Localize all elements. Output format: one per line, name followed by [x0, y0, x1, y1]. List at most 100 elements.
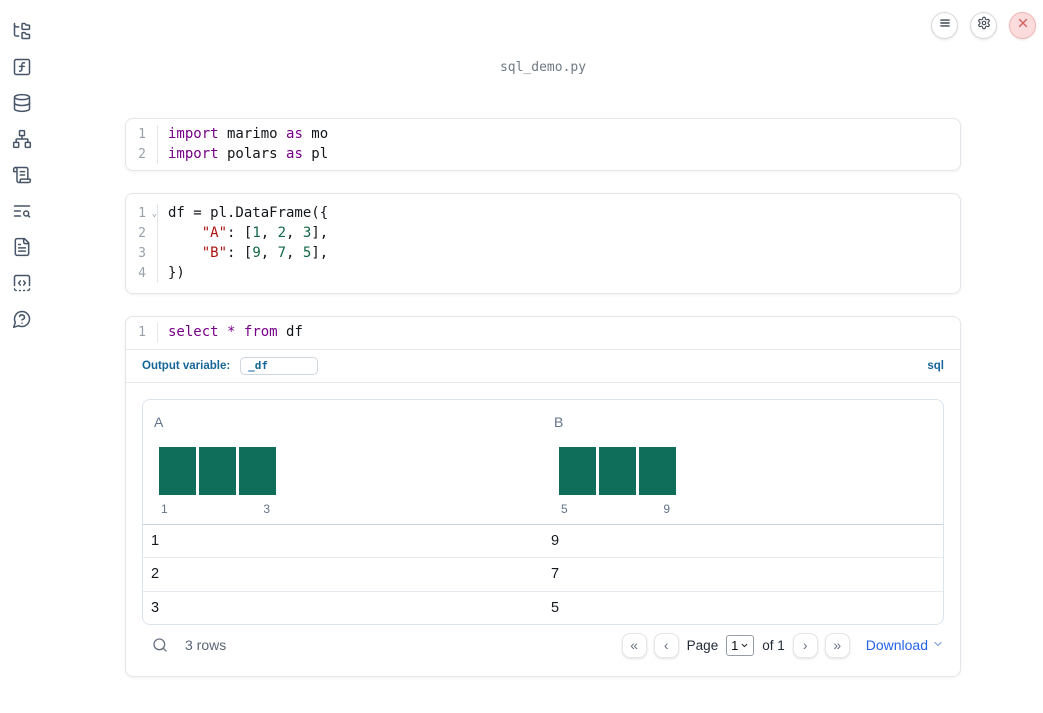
scroll-text-icon: [12, 165, 32, 190]
output-variable-label: Output variable:: [142, 359, 231, 372]
code-line[interactable]: 4}): [126, 263, 960, 284]
table-cell: 7: [551, 566, 560, 583]
line-number: 2: [126, 144, 158, 165]
folder-tree-icon: [12, 21, 32, 46]
histogram-bar[interactable]: [599, 446, 636, 495]
code-line[interactable]: 1 select * from df: [126, 323, 960, 343]
table-cell: 5: [551, 599, 560, 616]
cell-output: A13B59 192735 3 rows « ‹ Page 1 of 1 › »: [126, 383, 960, 676]
notebook: sql_demo.py 1 import marimo as mo 2 import …: [125, 0, 961, 677]
sql-editor[interactable]: 1 select * from df: [126, 317, 960, 349]
chevron-down-icon: [740, 638, 749, 653]
chevron-left-icon: ‹: [663, 637, 669, 654]
code-text: df = pl.DataFrame({: [168, 205, 329, 222]
code-square-dashed-icon: [12, 273, 32, 298]
page-select[interactable]: 1: [726, 634, 755, 656]
output-variable-row: Output variable: sql: [126, 350, 960, 382]
line-number: 3: [126, 243, 158, 264]
download-button[interactable]: Download: [866, 637, 944, 653]
shutdown-button[interactable]: [1009, 12, 1036, 39]
table-row[interactable]: 35: [143, 590, 943, 624]
line-number: 1: [126, 125, 158, 145]
page-total-label: of 1: [762, 637, 785, 653]
code-line[interactable]: 2 import polars as pl: [126, 144, 960, 165]
sidebar-item-snippets[interactable]: [10, 273, 34, 297]
sidebar-item-logs[interactable]: [10, 201, 34, 225]
settings-button[interactable]: [970, 12, 997, 39]
code-cell[interactable]: 1 import marimo as mo 2 import polars as pl: [125, 118, 961, 172]
line-number: 4: [126, 263, 158, 284]
sidebar-item-outline[interactable]: [10, 165, 34, 189]
chevron-down-icon: [932, 637, 944, 653]
gear-icon: [977, 16, 991, 35]
histogram-bar[interactable]: [159, 446, 196, 495]
line-number: 2: [126, 224, 158, 244]
chevrons-left-icon: «: [630, 637, 639, 654]
page-select-value: 1: [731, 637, 739, 653]
code-cell[interactable]: 1 ⌄ df = pl.DataFrame({ 2 "A": [1, 2, 3], 3 …: [125, 193, 961, 295]
code-line[interactable]: 3 "B": [9, 7, 5],: [126, 243, 960, 264]
prev-page-button[interactable]: ‹: [653, 632, 679, 658]
table-row[interactable]: 19: [143, 525, 943, 557]
histogram-min-label: 5: [561, 501, 568, 516]
code-line[interactable]: 1 ⌄ df = pl.DataFrame({: [126, 204, 960, 225]
code-text: }): [168, 264, 185, 281]
search-icon[interactable]: [152, 637, 168, 653]
chevrons-right-icon: »: [833, 637, 842, 654]
download-label: Download: [865, 637, 928, 654]
close-x-icon: [1016, 16, 1030, 35]
function-square-icon: [12, 57, 32, 82]
next-page-button[interactable]: ›: [792, 632, 818, 658]
histogram-max-label: 3: [263, 501, 270, 516]
page-label: Page: [686, 637, 719, 653]
column-name: B: [554, 413, 564, 430]
column-histogram: [159, 446, 276, 495]
network-icon: [12, 129, 32, 154]
table-row[interactable]: 27: [143, 557, 943, 590]
code-text: "B": [9, 7, 5],: [201, 244, 329, 261]
column-header[interactable]: B 5 9: [543, 400, 943, 524]
last-page-button[interactable]: »: [824, 632, 850, 658]
code-line[interactable]: 1 import marimo as mo: [126, 125, 960, 145]
sidebar-item-help[interactable]: [10, 309, 34, 333]
pagination: « ‹ Page 1 of 1 › » Download: [621, 632, 944, 658]
column-histogram: [559, 446, 676, 495]
histogram-range-labels: 13: [159, 502, 276, 516]
row-count: 3 rows: [185, 637, 227, 654]
first-page-button[interactable]: «: [621, 632, 647, 658]
table-footer: 3 rows « ‹ Page 1 of 1 › » Download: [142, 630, 944, 661]
file-text-icon: [12, 237, 32, 262]
code-line[interactable]: 2 "A": [1, 2, 3],: [126, 224, 960, 244]
sidebar-item-documentation[interactable]: [10, 237, 34, 261]
message-question-icon: [12, 309, 32, 334]
chevron-right-icon: ›: [802, 637, 808, 654]
language-badge[interactable]: sql: [927, 360, 944, 372]
code-text: import marimo as mo: [168, 126, 329, 142]
histogram-bar[interactable]: [239, 446, 276, 495]
sidebar-item-data-sources[interactable]: [10, 93, 34, 117]
sidebar-item-variables[interactable]: [10, 57, 34, 81]
code-text: "A": [1, 2, 3],: [201, 225, 329, 242]
table-body: 192735: [143, 525, 943, 624]
column-header[interactable]: A13: [143, 400, 543, 524]
code-text: import polars as pl: [168, 145, 329, 162]
histogram-max-label: 9: [663, 501, 670, 516]
database-icon: [12, 93, 32, 118]
table-cell: 1: [151, 533, 160, 550]
sidebar-item-dependencies[interactable]: [10, 129, 34, 153]
histogram-bar[interactable]: [559, 446, 596, 495]
table-cell: 9: [551, 533, 560, 550]
sidebar-item-file-explorer[interactable]: [10, 21, 34, 45]
sql-cell: 1 select * from df Output variable: sql A…: [125, 316, 961, 677]
notebook-filename[interactable]: sql_demo.py: [125, 58, 961, 78]
code-text: select * from df: [168, 324, 303, 341]
column-name: A: [154, 413, 164, 430]
histogram-min-label: 1: [161, 501, 168, 516]
line-number: 1 ⌄: [126, 204, 158, 225]
histogram-bar[interactable]: [639, 446, 676, 495]
table-cell: 3: [151, 599, 160, 616]
fold-chevron-icon[interactable]: ⌄: [152, 205, 157, 225]
histogram-bar[interactable]: [199, 446, 236, 495]
output-variable-input[interactable]: [240, 356, 319, 375]
line-number: 1: [126, 323, 158, 343]
